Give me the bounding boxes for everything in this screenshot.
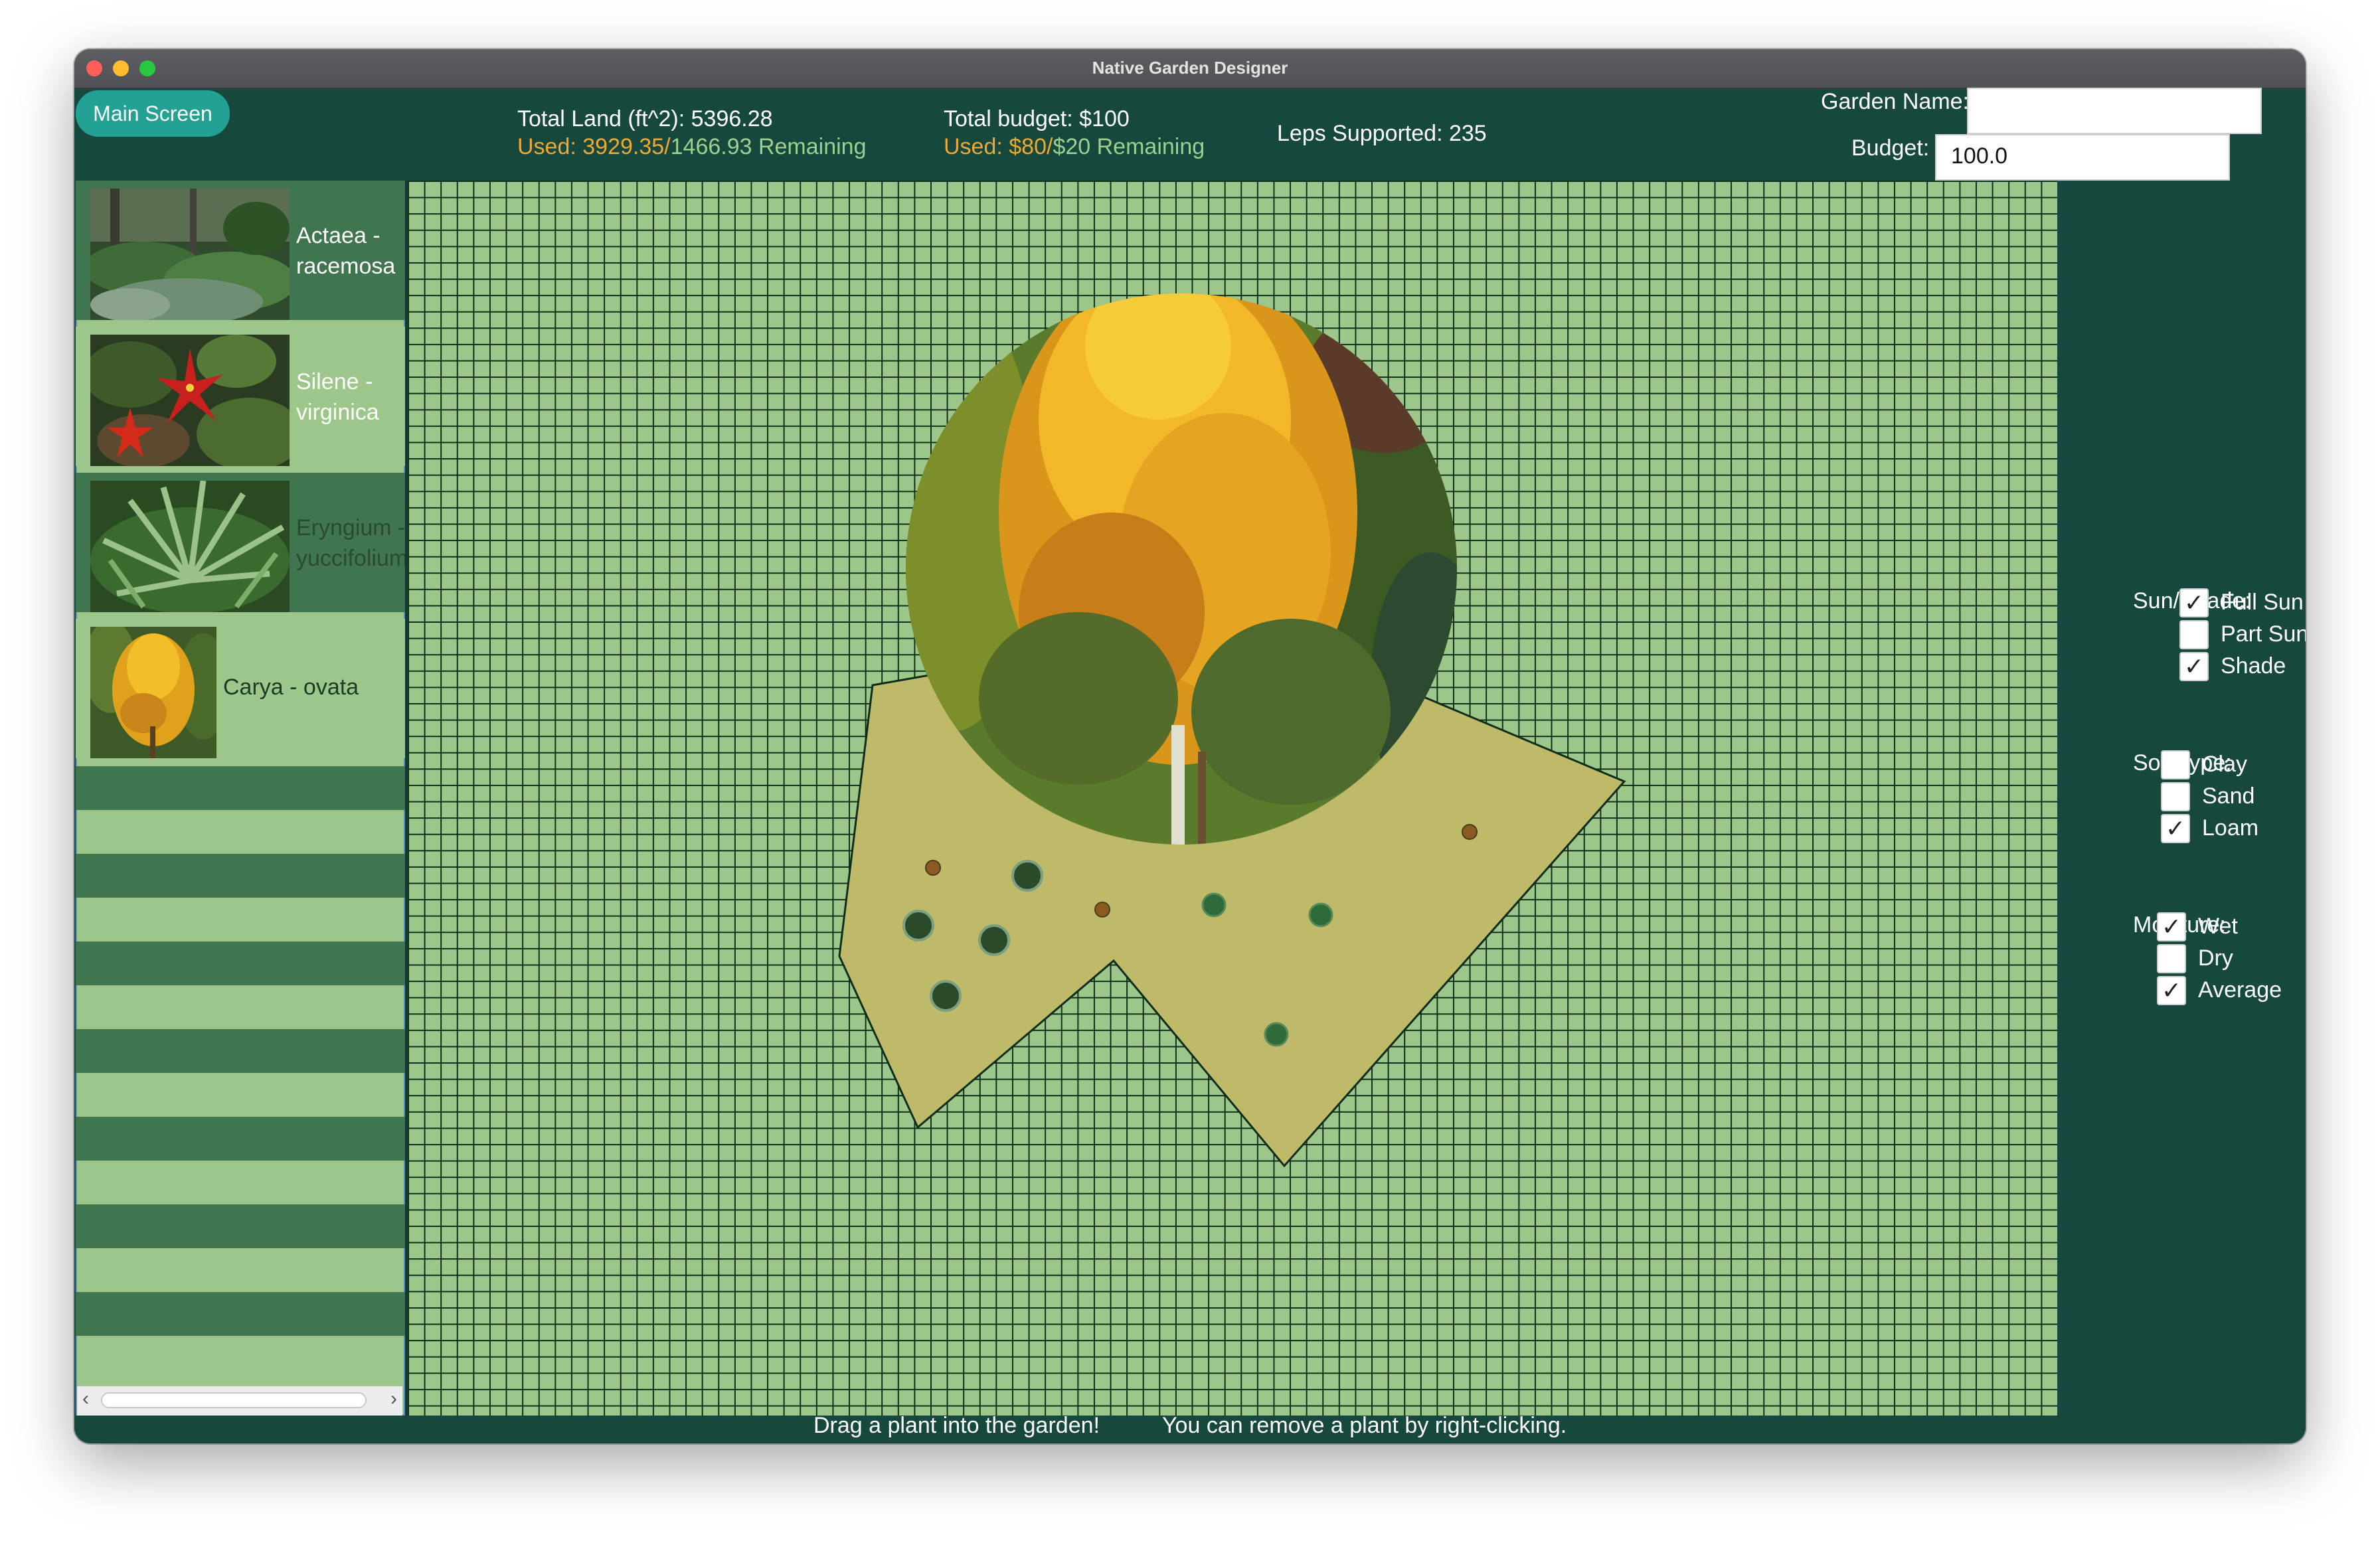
budget-label: Budget: — [1851, 135, 1930, 161]
plant-name-silene: Silene - virginica — [296, 366, 379, 428]
scrollbar-thumb[interactable] — [101, 1392, 367, 1408]
plant-item-silene[interactable]: Silene - virginica — [76, 327, 405, 466]
window-title: Native Garden Designer — [1092, 58, 1288, 78]
land-remaining-label: 1466.93 Remaining — [670, 134, 867, 159]
part-sun-label: Part Sun — [2221, 621, 2306, 647]
clay-checkbox[interactable] — [2161, 750, 2190, 779]
plant-species: yuccifolium — [296, 546, 407, 571]
plant-name-actaea: Actaea - racemosa — [296, 220, 395, 282]
average-checkbox[interactable]: ✓ — [2157, 976, 2186, 1005]
full-sun-checkbox[interactable]: ✓ — [2179, 588, 2209, 617]
wet-checkbox[interactable]: ✓ — [2157, 912, 2186, 941]
budget-usage: Used: $80/$20 Remaining — [944, 134, 1205, 160]
plant-name-carya: Carya - ovata — [223, 672, 359, 702]
eryngium-photo — [90, 481, 290, 612]
garden-name-label: Garden Name: — [1821, 89, 1969, 114]
remove-hint: You can remove a plant by right-clicking… — [1162, 1413, 1567, 1438]
plant-genus: Carya - ovata — [223, 675, 359, 700]
plant-name-eryngium: Eryngium - yuccifolium — [296, 513, 407, 574]
budget-remaining-label: $20 Remaining — [1053, 134, 1205, 159]
average-label: Average — [2198, 977, 2282, 1003]
dry-label: Dry — [2198, 945, 2233, 971]
garden-grid[interactable] — [408, 181, 2057, 1416]
empty-slot — [76, 1292, 405, 1336]
wet-label: Wet — [2198, 914, 2238, 939]
plant-species: virginica — [296, 400, 379, 425]
empty-slot — [76, 1117, 405, 1161]
scroll-right-arrow-icon[interactable]: › — [390, 1388, 397, 1410]
dry-checkbox[interactable] — [2157, 944, 2186, 973]
total-land-label: Total Land (ft^2): 5396.28 — [517, 106, 773, 131]
plant-item-actaea[interactable]: Actaea - racemosa — [76, 181, 405, 320]
shade-checkbox[interactable]: ✓ — [2179, 652, 2209, 681]
loam-checkbox[interactable]: ✓ — [2161, 814, 2190, 843]
plant-item-carya[interactable]: Carya - ovata — [76, 619, 405, 758]
plant-genus: Eryngium - — [296, 515, 406, 540]
empty-slot — [76, 766, 405, 810]
land-used-label: Used: 3929.35/ — [517, 134, 671, 159]
actaea-photo — [90, 189, 290, 320]
sand-checkbox[interactable] — [2161, 782, 2190, 811]
budget-field[interactable]: 100.0 — [1935, 134, 2230, 181]
plant-genus: Silene - — [296, 369, 373, 394]
leps-supported-label: Leps Supported: 235 — [1277, 121, 1487, 146]
drag-hint: Drag a plant into the garden! — [813, 1413, 1100, 1438]
garden-name-field[interactable] — [1967, 88, 2262, 134]
title-bar: Native Garden Designer — [74, 49, 2306, 89]
empty-slot — [76, 941, 405, 985]
carya-photo — [90, 627, 216, 758]
garden-canvas[interactable] — [408, 181, 2057, 1416]
plant-species: racemosa — [296, 254, 396, 279]
budget-used-label: Used: $80/ — [944, 134, 1053, 159]
empty-slot — [76, 1204, 405, 1248]
land-usage: Used: 3929.35/1466.93 Remaining — [517, 134, 867, 160]
part-sun-checkbox[interactable] — [2179, 620, 2209, 649]
plant-list[interactable]: Actaea - racemosa Silene - virginica Ery… — [76, 181, 407, 1416]
plant-list-scrollbar[interactable]: ‹ › — [77, 1386, 402, 1416]
silene-photo — [90, 335, 290, 466]
sand-label: Sand — [2202, 783, 2255, 809]
empty-slot — [76, 1029, 405, 1073]
empty-slot — [76, 854, 405, 898]
scroll-left-arrow-icon[interactable]: ‹ — [82, 1388, 89, 1410]
app-window: Native Garden Designer Main Screen Total… — [74, 49, 2306, 1443]
shade-label: Shade — [2221, 653, 2286, 679]
plant-genus: Actaea - — [296, 223, 381, 248]
total-budget-label: Total budget: $100 — [944, 106, 1130, 131]
main-screen-button[interactable]: Main Screen — [76, 90, 230, 137]
clay-label: Clay — [2202, 752, 2248, 777]
loam-label: Loam — [2202, 815, 2259, 841]
plant-item-eryngium[interactable]: Eryngium - yuccifolium — [76, 473, 405, 612]
full-sun-label: Full Sun — [2221, 590, 2304, 615]
